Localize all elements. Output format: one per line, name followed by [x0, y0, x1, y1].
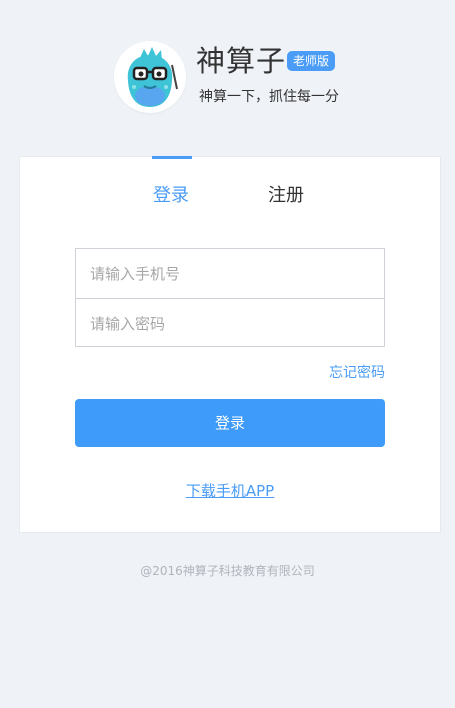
login-page: 神算子 老师版 神算一下，抓住每一分 登录 注册 忘记密码 登录 下载手机APP… — [0, 0, 455, 708]
auth-tabs: 登录 注册 — [20, 156, 440, 217]
credentials-group — [75, 248, 385, 348]
brand-header: 神算子 老师版 神算一下，抓住每一分 — [114, 41, 354, 113]
password-input[interactable] — [76, 299, 384, 348]
phone-input[interactable] — [76, 249, 384, 298]
download-app-link[interactable]: 下载手机APP — [20, 480, 440, 502]
mascot-logo-icon — [114, 41, 186, 113]
forgot-password-link[interactable]: 忘记密码 — [329, 363, 385, 383]
active-tab-indicator — [152, 156, 192, 159]
login-card: 登录 注册 忘记密码 登录 下载手机APP — [19, 156, 441, 533]
copyright-footer: @2016神算子科技教育有限公司 — [140, 564, 315, 578]
tab-register[interactable]: 注册 — [268, 183, 304, 209]
brand-name: 神算子 — [196, 44, 287, 78]
login-button[interactable]: 登录 — [75, 399, 385, 447]
tab-login[interactable]: 登录 — [153, 183, 189, 209]
brand-slogan: 神算一下，抓住每一分 — [199, 89, 339, 105]
teacher-edition-badge: 老师版 — [287, 51, 336, 71]
